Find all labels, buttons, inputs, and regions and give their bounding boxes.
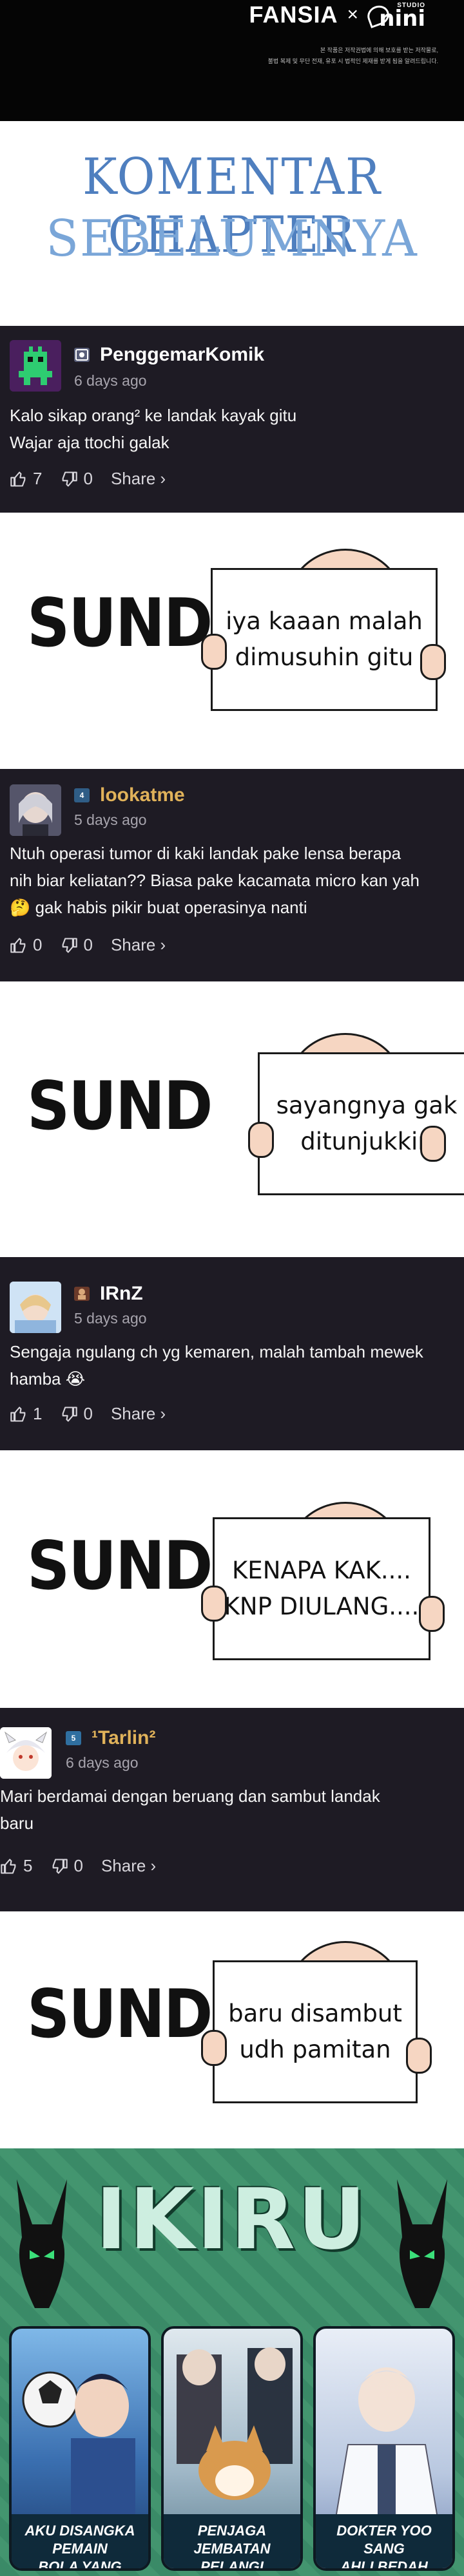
comment-card: IRnZ 5 days ago Sengaja ngulang ch yg ke… <box>0 1257 464 1450</box>
sund-label: SUND <box>27 1975 213 2053</box>
soccer-player-illustration <box>22 2371 135 2522</box>
share-button[interactable]: Share › <box>101 1856 156 1876</box>
comment-username[interactable]: IRnZ <box>100 1283 143 1305</box>
sund-label: SUND <box>27 1527 213 1605</box>
comment-actions: 5 0 Share › <box>0 1856 174 1876</box>
avatar[interactable] <box>10 1282 61 1333</box>
share-button[interactable]: Share › <box>111 1404 166 1424</box>
comment-text: Ntuh operasi tumor di kaki landak pake l… <box>10 844 420 917</box>
level-badge <box>74 1287 90 1301</box>
left-hand <box>201 2030 227 2066</box>
thumbs-up-icon <box>10 937 26 953</box>
comment-username[interactable]: PenggemarKomik <box>100 344 264 366</box>
sign-board: iya kaaan malah dimusuhin gitu <box>211 568 438 711</box>
studio-nini-logo: STUDIO nini <box>364 2 425 32</box>
comment-actions: 0 0 Share › <box>10 935 184 955</box>
chapter-page: FANSIA × STUDIO nini 본 작품은 저작권법에 의해 보호를 … <box>0 0 464 2576</box>
level-badge: 4 <box>74 788 90 802</box>
level-badge: 5 <box>66 1731 81 1745</box>
logo-separator: × <box>347 4 358 25</box>
promo-card[interactable]: PENJAGA JEMBATAN PELANGI <box>161 2326 303 2571</box>
ikiru-promo-banner[interactable]: IKIRU AKU DISANGKA PEMAIN BOLA YANG JENI… <box>0 2148 464 2576</box>
promo-card-title: DOKTER YOO SANG AHLI BEDAH <box>316 2514 452 2568</box>
sign-board: baru disambut udh pamitan <box>213 1960 418 2103</box>
right-hand <box>406 2038 432 2074</box>
anime-avatar-icon <box>10 1282 61 1333</box>
badge-icon <box>75 349 88 361</box>
thumbs-up-icon <box>10 471 26 487</box>
comment-age: 6 days ago <box>66 1754 139 1771</box>
comment-card: 4 lookatme 5 days ago Ntuh operasi tumor… <box>0 769 464 981</box>
left-hand <box>201 1586 227 1622</box>
comment-actions: 1 0 Share › <box>10 1404 184 1424</box>
thumbs-down-icon <box>63 937 78 953</box>
sund-label: SUND <box>27 1067 213 1145</box>
promo-card[interactable]: DOKTER YOO SANG AHLI BEDAH <box>313 2326 455 2571</box>
right-hand <box>419 1596 445 1632</box>
reaction-panel: SUND baru disambut udh pamitan <box>0 1911 464 2148</box>
avatar[interactable] <box>10 340 61 392</box>
title-line-2: SEBELUMNYA <box>46 210 418 268</box>
thumbs-up-icon <box>10 1406 26 1422</box>
promo-card-title: AKU DISANGKA PEMAIN BOLA YANG JENIUS <box>12 2514 148 2568</box>
like-button[interactable]: 7 <box>10 469 42 489</box>
comment-card: 5 ¹Tarlin² 6 days ago Mari berdamai deng… <box>0 1708 464 1911</box>
corgi-guardian-illustration <box>177 2347 293 2500</box>
comment-username[interactable]: lookatme <box>100 784 185 806</box>
share-button[interactable]: Share › <box>111 469 166 489</box>
promo-card[interactable]: AKU DISANGKA PEMAIN BOLA YANG JENIUS <box>9 2326 151 2571</box>
copyright-banner: FANSIA × STUDIO nini 본 작품은 저작권법에 의해 보호를 … <box>0 0 464 121</box>
badge-icon <box>78 1289 86 1300</box>
thumbs-down-icon <box>63 471 78 487</box>
comment-username[interactable]: ¹Tarlin² <box>92 1727 155 1749</box>
reaction-panel: SUND iya kaaan malah dimusuhin gitu <box>0 513 464 769</box>
reaction-panel: SUND KENAPA KAK.... KNP DIULANG.... <box>0 1450 464 1708</box>
avatar[interactable] <box>10 784 61 836</box>
reaction-panel: SUND sayangnya gak ditunjukkin <box>0 981 464 1257</box>
brand-logos: FANSIA × STUDIO nini <box>249 1 425 32</box>
comment-text: Sengaja ngulang ch yg kemaren, malah tam… <box>10 1342 423 1388</box>
thumbs-up-icon <box>1 1858 16 1874</box>
comment-age: 5 days ago <box>74 1310 147 1327</box>
dislike-button[interactable]: 0 <box>60 935 93 955</box>
sund-label: SUND <box>27 584 213 662</box>
level-badge <box>74 348 90 362</box>
share-button[interactable]: Share › <box>111 935 166 955</box>
comment-age: 5 days ago <box>74 811 147 828</box>
dislike-button[interactable]: 0 <box>60 1404 93 1424</box>
copyright-notice: 본 작품은 저작권법에 의해 보호를 받는 저작물로, 불법 복제 및 무단 전… <box>267 47 438 64</box>
thumbs-down-icon <box>63 1406 78 1422</box>
like-button[interactable]: 1 <box>10 1404 42 1424</box>
right-hand <box>420 1126 446 1162</box>
left-hand <box>248 1122 274 1158</box>
comment-age: 6 days ago <box>74 372 147 389</box>
character-avatar-icon <box>10 784 61 836</box>
doctor-illustration <box>334 2367 440 2523</box>
section-title: KOMENTAR CHAPTER SEBELUMNYA <box>0 121 464 326</box>
fansia-logo: FANSIA <box>249 1 338 28</box>
sign-board: sayangnya gak ditunjukkin <box>258 1052 464 1195</box>
like-button[interactable]: 0 <box>10 935 42 955</box>
chibi-avatar-icon <box>0 1727 52 1779</box>
thumbs-down-icon <box>53 1858 68 1874</box>
comment-text: Kalo sikap orang² ke landak kayak gitu W… <box>10 406 297 452</box>
comment-actions: 7 0 Share › <box>10 469 184 489</box>
robot-avatar-icon <box>10 340 61 392</box>
dislike-button[interactable]: 0 <box>50 1856 83 1876</box>
comment-text: Mari berdamai dengan beruang dan sambut … <box>0 1786 380 1833</box>
right-hand <box>420 644 446 680</box>
sign-board: KENAPA KAK.... KNP DIULANG.... <box>213 1517 430 1660</box>
like-button[interactable]: 5 <box>0 1856 32 1876</box>
ikiru-logo: IKIRU <box>95 2170 369 2268</box>
left-hand <box>201 634 227 670</box>
comment-card: PenggemarKomik 6 days ago Kalo sikap ora… <box>0 326 464 513</box>
promo-card-title: PENJAGA JEMBATAN PELANGI <box>164 2514 300 2568</box>
dislike-button[interactable]: 0 <box>60 469 93 489</box>
avatar[interactable] <box>0 1727 52 1779</box>
